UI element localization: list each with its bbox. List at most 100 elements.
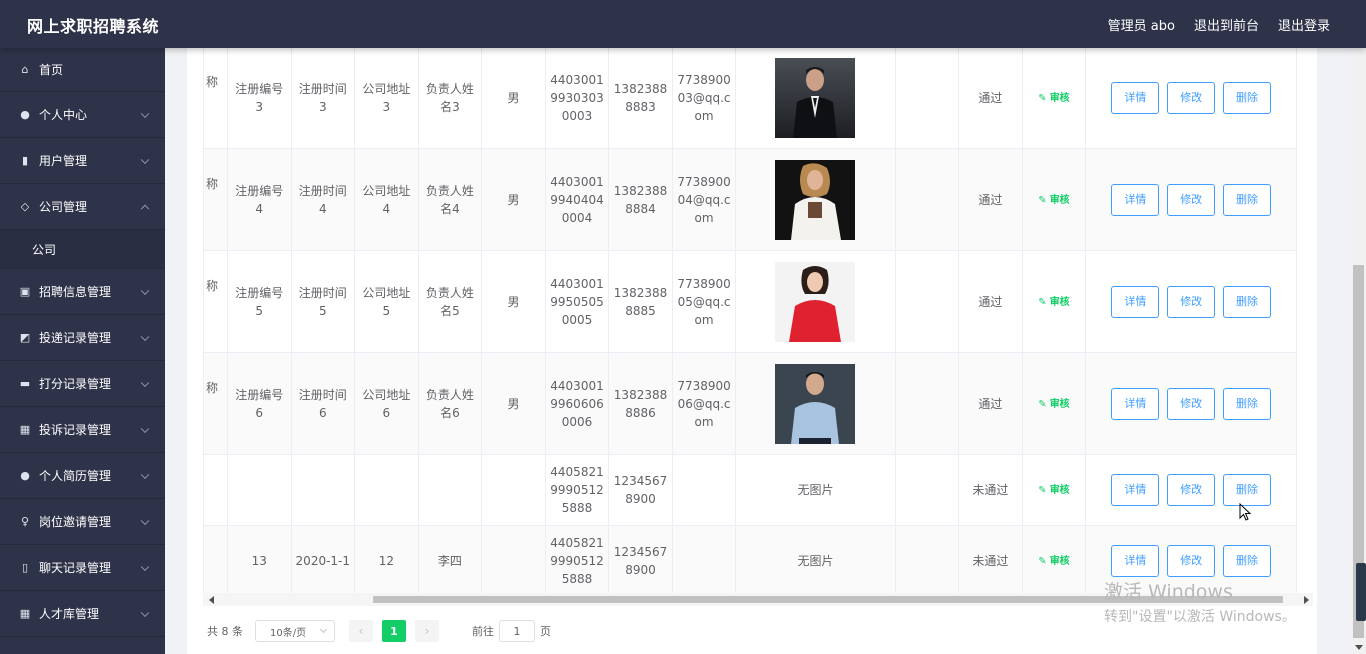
phone-cell: 13823888884	[608, 148, 673, 251]
phone-icon: ▯	[21, 561, 29, 574]
reg-time-cell: 注册时间5	[290, 250, 356, 353]
sidebar-item-job-invitation[interactable]: ♀ 岗位邀请管理	[0, 499, 165, 545]
sidebar-item-label: 投递记录管理	[39, 331, 112, 345]
company-table: 称 注册编号3 注册时间3 公司地址3 负责人姓名3 男 44030019930…	[203, 48, 1297, 593]
sidebar-item-user-management[interactable]: ▮ 用户管理	[0, 138, 165, 184]
delete-button[interactable]: 删除	[1223, 285, 1272, 318]
reg-time-text: 注册时间6	[298, 387, 347, 420]
delete-button[interactable]: 删除	[1223, 183, 1272, 216]
audit-link[interactable]: ✎ 审核	[1038, 556, 1069, 567]
status-cell: 通过	[958, 250, 1023, 353]
company-name-cell: 称	[203, 48, 228, 149]
logout-link[interactable]: 退出登录	[1278, 15, 1330, 34]
admin-user-label[interactable]: 管理员 abo	[1108, 15, 1175, 34]
gender-cell	[481, 454, 546, 526]
audit-link[interactable]: ✎ 审核	[1038, 485, 1069, 496]
reg-time-cell: 注册时间4	[290, 148, 356, 251]
email-cell	[671, 454, 737, 526]
sidebar-item-personal-center[interactable]: ● 个人中心	[0, 92, 165, 138]
scroll-left-arrow-icon[interactable]	[209, 596, 214, 604]
goto-page-input[interactable]: 1	[499, 620, 535, 642]
status-text: 通过	[978, 294, 1003, 309]
chevron-down-icon	[140, 109, 150, 118]
detail-button[interactable]: 详情	[1111, 387, 1160, 420]
email-cell	[671, 525, 737, 593]
reg-no-cell	[226, 454, 292, 526]
id-no-text: 440300199404040004	[550, 174, 604, 225]
company-name-cell	[203, 454, 228, 526]
reg-no-text: 13	[251, 554, 267, 568]
sidebar-subitem-company[interactable]: 公司	[0, 230, 165, 269]
total-count: 共 8 条	[207, 625, 243, 638]
page-size-select[interactable]: 10条/页	[255, 620, 335, 642]
sidebar-item-company-management[interactable]: ◇ 公司管理	[0, 184, 165, 230]
edit-button[interactable]: 修改	[1167, 474, 1216, 506]
address-cell	[354, 454, 419, 526]
audit-cell: ✎ 审核	[1021, 352, 1087, 455]
exit-to-front-link[interactable]: 退出到前台	[1194, 15, 1259, 34]
email-cell: 773890006@qq.com	[671, 352, 737, 455]
detail-button[interactable]: 详情	[1111, 183, 1160, 216]
gender-text: 男	[507, 90, 520, 105]
reg-time-cell	[290, 454, 356, 526]
detail-button[interactable]: 详情	[1111, 81, 1160, 114]
gender-cell	[481, 525, 546, 593]
edit-button[interactable]: 修改	[1167, 545, 1216, 577]
audit-link[interactable]: ✎ 审核	[1038, 93, 1069, 104]
sidebar-item-label: 人才库管理	[39, 607, 100, 621]
sidebar-item-score-records[interactable]: ▬ 打分记录管理	[0, 361, 165, 407]
audit-link[interactable]: ✎ 审核	[1038, 399, 1069, 410]
phone-text: 12345678900	[613, 474, 668, 506]
scroll-down-arrow-icon[interactable]	[1355, 645, 1363, 650]
contact-cell: 负责人姓名6	[417, 352, 483, 455]
page-size-value: 10条/页	[270, 627, 307, 639]
edit-button[interactable]: 修改	[1167, 183, 1216, 216]
reg-time-text: 2020-1-1	[295, 554, 351, 568]
sidebar-item-resume-management[interactable]: ● 个人简历管理	[0, 453, 165, 499]
audit-cell: ✎ 审核	[1021, 454, 1087, 526]
sidebar-item-recruitment-info[interactable]: ▣ 招聘信息管理	[0, 269, 165, 315]
email-text: 773890005@qq.com	[677, 276, 731, 327]
sidebar-item-home[interactable]: ⌂ 首页	[0, 48, 165, 92]
audit-label: 审核	[1049, 398, 1070, 410]
chevron-down-icon	[140, 608, 150, 617]
sidebar-item-talent-pool[interactable]: ▦ 人才库管理	[0, 591, 165, 637]
company-name-cell: 称	[203, 352, 228, 455]
address-cell: 公司地址6	[354, 352, 419, 455]
detail-button[interactable]: 详情	[1111, 285, 1160, 318]
sidebar-item-chat-records[interactable]: ▯ 聊天记录管理	[0, 545, 165, 591]
id-no-text: 440582199905125888	[550, 465, 604, 515]
watermark-line-2: 转到"设置"以激活 Windows。	[1104, 609, 1296, 625]
delete-button[interactable]: 删除	[1223, 545, 1272, 577]
delete-button[interactable]: 删除	[1223, 387, 1272, 420]
edit-button[interactable]: 修改	[1167, 387, 1216, 420]
phone-cell: 13823888885	[608, 250, 673, 353]
audit-link[interactable]: ✎ 审核	[1038, 297, 1069, 308]
audit-link[interactable]: ✎ 审核	[1038, 195, 1069, 206]
edit-button[interactable]: 修改	[1167, 285, 1216, 318]
audit-label: 审核	[1049, 485, 1070, 496]
actions-cell: 详情 修改 删除	[1085, 352, 1297, 455]
next-page-button[interactable]: ›	[415, 620, 439, 642]
id-no-cell: 440300199505050005	[544, 250, 610, 353]
reg-no-cell: 注册编号4	[226, 148, 292, 251]
delete-button[interactable]: 删除	[1223, 474, 1272, 506]
reg-no-cell: 注册编号3	[226, 48, 292, 149]
gender-text: 男	[507, 396, 520, 411]
delete-button[interactable]: 删除	[1223, 81, 1272, 114]
edit-button[interactable]: 修改	[1167, 81, 1216, 114]
prev-page-button[interactable]: ‹	[349, 620, 373, 642]
status-text: 通过	[978, 192, 1003, 207]
sidebar-item-complaint-records[interactable]: ▦ 投诉记录管理	[0, 407, 165, 453]
detail-button[interactable]: 详情	[1111, 545, 1160, 577]
gender-cell: 男	[481, 250, 546, 353]
page-number-button[interactable]: 1	[382, 620, 406, 642]
sidebar-item-label: 招聘信息管理	[39, 285, 112, 299]
scroll-right-arrow-icon[interactable]	[1304, 596, 1309, 604]
sidebar-item-delivery-records[interactable]: ◩ 投递记录管理	[0, 315, 165, 361]
phone-text: 12345678900	[613, 545, 668, 577]
detail-button[interactable]: 详情	[1111, 474, 1160, 506]
audit-label: 审核	[1049, 92, 1070, 104]
windows-activation-watermark: 激活 Windows 转到"设置"以激活 Windows。	[1104, 577, 1296, 626]
bell-icon: ◇	[20, 200, 30, 213]
